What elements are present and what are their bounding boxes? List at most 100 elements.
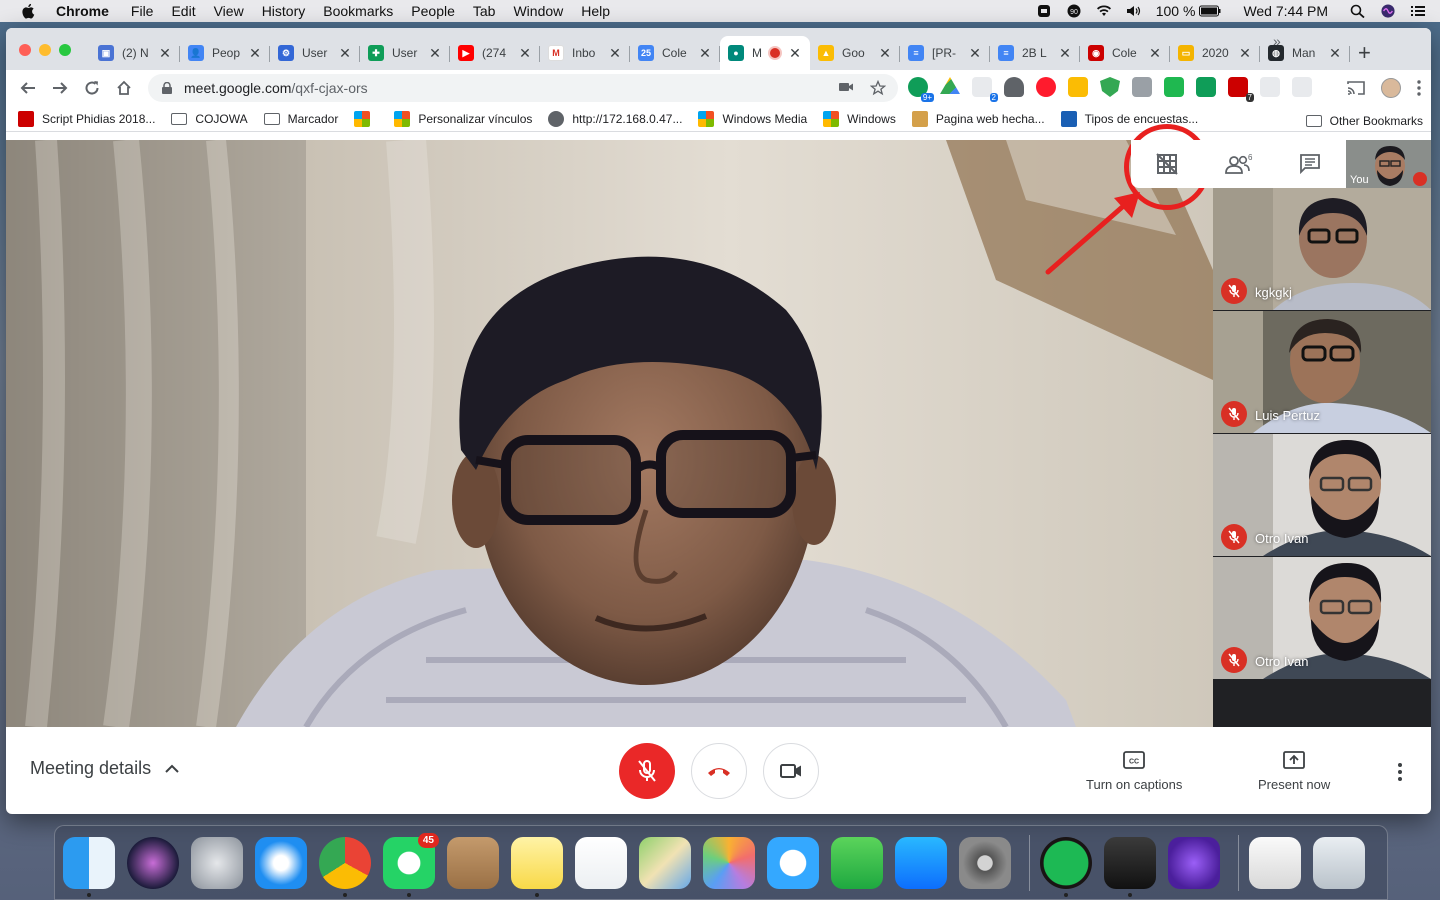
extension-puzzle-icon[interactable]: 2 bbox=[972, 77, 998, 102]
leave-call-button[interactable] bbox=[691, 743, 747, 799]
bookmark-item[interactable]: Personalizar vínculos bbox=[394, 110, 532, 127]
tab-close-icon[interactable]: ✕ bbox=[878, 45, 892, 62]
close-window-button[interactable] bbox=[19, 44, 31, 56]
bookmark-item[interactable]: http://172.168.0.47... bbox=[548, 110, 682, 127]
wifi-icon[interactable] bbox=[1096, 4, 1112, 18]
dock-whatsapp-icon[interactable]: 45 bbox=[383, 832, 439, 897]
microphone-toggle-button[interactable] bbox=[619, 743, 675, 799]
menu-help[interactable]: Help bbox=[581, 3, 610, 19]
google-drive-extension-icon[interactable] bbox=[940, 77, 960, 94]
tab-7[interactable]: ● M ✕ bbox=[720, 36, 810, 70]
participant-tile[interactable]: Otro Ivan bbox=[1213, 557, 1431, 679]
lock-icon[interactable] bbox=[162, 82, 172, 94]
participant-tile[interactable]: Luis Pertuz bbox=[1213, 311, 1431, 433]
profile-avatar[interactable] bbox=[1381, 78, 1401, 98]
menu-file[interactable]: File bbox=[131, 3, 154, 19]
meeting-details-button[interactable]: Meeting details bbox=[30, 758, 179, 779]
extension-shield-icon[interactable] bbox=[1004, 77, 1024, 97]
siri-icon[interactable] bbox=[1380, 4, 1396, 18]
address-bar[interactable]: meet.google.com/qxf-cjax-ors bbox=[148, 74, 898, 102]
tab-close-icon[interactable]: ✕ bbox=[968, 45, 982, 62]
apple-menu-icon[interactable] bbox=[20, 3, 38, 19]
tab-close-icon[interactable]: ✕ bbox=[248, 45, 262, 62]
dock-reminders-icon[interactable] bbox=[575, 836, 627, 889]
extension-sheet-icon[interactable] bbox=[1196, 77, 1216, 97]
camera-in-use-icon[interactable] bbox=[838, 80, 854, 94]
extension-chat-icon[interactable]: 9+ bbox=[908, 77, 934, 102]
bookmark-item[interactable]: Windows bbox=[823, 110, 896, 127]
ninety-status-icon[interactable]: 90 bbox=[1066, 4, 1082, 18]
tab-6[interactable]: 25 Cole ✕ bbox=[630, 36, 720, 70]
tab-close-icon[interactable]: ✕ bbox=[338, 45, 352, 62]
menu-edit[interactable]: Edit bbox=[171, 3, 195, 19]
dock-launchpad-icon[interactable] bbox=[191, 836, 243, 889]
tab-close-icon[interactable]: ✕ bbox=[1238, 45, 1252, 62]
present-now-button[interactable]: Present now bbox=[1258, 751, 1330, 792]
menu-view[interactable]: View bbox=[214, 3, 244, 19]
home-button[interactable] bbox=[108, 72, 140, 104]
tab-close-icon[interactable]: ✕ bbox=[608, 45, 622, 62]
bookmark-item[interactable]: COJOWA bbox=[171, 112, 248, 126]
vpn-status-icon[interactable] bbox=[1036, 4, 1052, 18]
dock-csv-file-icon[interactable] bbox=[1249, 836, 1301, 889]
menu-app-name[interactable]: Chrome bbox=[56, 3, 109, 19]
bookmarks-overflow-chevron-icon[interactable]: » bbox=[1273, 33, 1281, 49]
dock-photos-icon[interactable] bbox=[703, 836, 755, 889]
dock-facetime-icon[interactable] bbox=[831, 836, 883, 889]
bookmark-item[interactable]: Tipos de encuestas... bbox=[1060, 110, 1198, 127]
extension-red-icon[interactable]: 7 bbox=[1228, 77, 1254, 102]
bookmark-item[interactable] bbox=[354, 110, 378, 127]
menu-bookmarks[interactable]: Bookmarks bbox=[323, 3, 393, 19]
menu-history[interactable]: History bbox=[262, 3, 306, 19]
change-layout-button[interactable] bbox=[1131, 140, 1203, 188]
camera-toggle-button[interactable] bbox=[763, 743, 819, 799]
dock-contacts-icon[interactable] bbox=[447, 836, 499, 889]
dock-terminal-icon[interactable] bbox=[1104, 836, 1156, 897]
tab-10[interactable]: ≡ 2B L ✕ bbox=[990, 36, 1080, 70]
tab-3[interactable]: ✚ User ✕ bbox=[360, 36, 450, 70]
dock-finder-icon[interactable] bbox=[63, 836, 115, 897]
dock-maps-icon[interactable] bbox=[639, 836, 691, 889]
minimize-window-button[interactable] bbox=[39, 44, 51, 56]
dock-app-store-icon[interactable] bbox=[895, 836, 947, 889]
participant-tile[interactable]: Otro Ivan bbox=[1213, 434, 1431, 556]
show-participants-button[interactable]: 6 bbox=[1203, 140, 1275, 188]
new-tab-button[interactable]: + bbox=[1358, 40, 1371, 66]
tab-close-icon[interactable]: ✕ bbox=[158, 45, 172, 62]
menubar-clock[interactable]: Wed 7:44 PM bbox=[1243, 3, 1328, 19]
bookmark-item[interactable]: Windows Media bbox=[698, 110, 807, 127]
chrome-menu-icon[interactable] bbox=[1417, 80, 1421, 96]
other-bookmarks-folder[interactable]: Other Bookmarks bbox=[1305, 114, 1423, 128]
dock-system-preferences-icon[interactable] bbox=[959, 836, 1011, 889]
bookmark-item[interactable]: Marcador bbox=[263, 112, 338, 126]
tab-close-icon[interactable]: ✕ bbox=[1058, 45, 1072, 62]
battery-icon[interactable] bbox=[1199, 4, 1221, 18]
tab-2[interactable]: ⚙ User ✕ bbox=[270, 36, 360, 70]
dock-siri-icon[interactable] bbox=[127, 836, 179, 889]
tab-9[interactable]: ≡ [PR- ✕ bbox=[900, 36, 990, 70]
participant-tile[interactable]: kgkgkj bbox=[1213, 188, 1431, 310]
tab-4[interactable]: ▶ (274 ✕ bbox=[450, 36, 540, 70]
dock-notes-icon[interactable] bbox=[511, 836, 563, 897]
extension-grid-icon[interactable] bbox=[1292, 77, 1312, 97]
extension-cast-tab-icon[interactable] bbox=[1260, 77, 1280, 97]
tab-close-icon[interactable]: ✕ bbox=[1328, 45, 1342, 62]
extension-pen-icon[interactable] bbox=[1068, 77, 1088, 97]
menu-people[interactable]: People bbox=[411, 3, 455, 19]
spotlight-search-icon[interactable] bbox=[1350, 4, 1366, 18]
notification-center-icon[interactable] bbox=[1410, 4, 1426, 18]
volume-icon[interactable] bbox=[1126, 4, 1142, 18]
tab-11[interactable]: ◉ Cole ✕ bbox=[1080, 36, 1170, 70]
zoom-window-button[interactable] bbox=[59, 44, 71, 56]
tab-8[interactable]: ▲ Goo ✕ bbox=[810, 36, 900, 70]
tab-close-icon[interactable]: ✕ bbox=[518, 45, 532, 62]
extension-shield-check-icon[interactable] bbox=[1100, 77, 1120, 97]
bookmark-star-icon[interactable] bbox=[870, 80, 886, 96]
tab-close-icon[interactable]: ✕ bbox=[698, 45, 712, 62]
back-button[interactable] bbox=[12, 72, 44, 104]
opera-extension-icon[interactable] bbox=[1036, 77, 1056, 97]
forward-button[interactable] bbox=[44, 72, 76, 104]
screenshot-extension-icon[interactable] bbox=[1132, 77, 1152, 97]
dock-spotify-icon[interactable] bbox=[1040, 836, 1092, 897]
cast-icon[interactable] bbox=[1347, 80, 1365, 96]
